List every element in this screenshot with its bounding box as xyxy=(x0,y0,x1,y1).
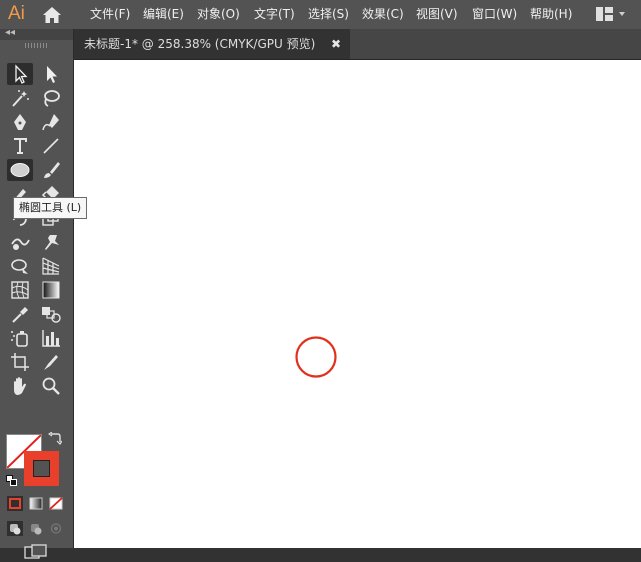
artboard-tool-icon[interactable] xyxy=(7,351,33,373)
app-logo: Ai xyxy=(8,3,25,24)
panel-grip[interactable] xyxy=(25,43,47,48)
home-icon[interactable] xyxy=(42,6,62,24)
menu-select[interactable]: 选择(S) xyxy=(308,0,349,29)
pen-tool-icon[interactable] xyxy=(7,111,33,133)
default-fill-stroke-icon[interactable] xyxy=(6,475,17,486)
symbol-sprayer-tool-icon[interactable] xyxy=(7,327,33,349)
color-mode-icon[interactable] xyxy=(7,496,23,511)
curvature-tool-icon[interactable] xyxy=(38,111,64,133)
menu-bar: Ai 文件(F) 编辑(E) 对象(O) 文字(T) 选择(S) 效果(C) 视… xyxy=(0,0,641,29)
mesh-tool-icon[interactable] xyxy=(7,279,33,301)
draw-inside-icon[interactable] xyxy=(48,521,64,536)
lasso-tool-icon[interactable] xyxy=(38,87,64,109)
eyedropper-tool-icon[interactable] xyxy=(7,303,33,325)
document-tab-title[interactable]: 未标题-1* @ 258.38% (CMYK/GPU 预览) xyxy=(84,29,315,60)
tools-panel: ◂◂ xyxy=(0,27,74,559)
menu-help[interactable]: 帮助(H) xyxy=(530,0,572,29)
gradient-tool-icon[interactable] xyxy=(38,279,64,301)
menu-type[interactable]: 文字(T) xyxy=(254,0,295,29)
close-icon[interactable]: ✖ xyxy=(331,29,341,60)
warp-tool-icon[interactable] xyxy=(7,231,33,253)
menu-effect[interactable]: 效果(C) xyxy=(362,0,404,29)
artboard-canvas[interactable] xyxy=(74,60,641,548)
swap-fill-stroke-icon[interactable] xyxy=(48,432,62,445)
menu-file[interactable]: 文件(F) xyxy=(90,0,130,29)
puppet-warp-tool-icon[interactable] xyxy=(38,231,64,253)
gradient-mode-icon[interactable] xyxy=(28,496,44,511)
draw-behind-icon[interactable] xyxy=(28,521,44,536)
tab-strip xyxy=(350,29,641,60)
perspective-grid-tool-icon[interactable] xyxy=(38,255,64,277)
chevron-down-icon[interactable] xyxy=(619,12,625,16)
ellipse-shape[interactable] xyxy=(295,336,337,378)
draw-normal-icon[interactable] xyxy=(7,521,23,536)
type-tool-icon[interactable] xyxy=(7,135,33,157)
slice-tool-icon[interactable] xyxy=(38,351,64,373)
menu-view[interactable]: 视图(V) xyxy=(416,0,458,29)
magic-wand-tool-icon[interactable] xyxy=(7,87,33,109)
menu-object[interactable]: 对象(O) xyxy=(197,0,240,29)
zoom-tool-icon[interactable] xyxy=(38,375,64,397)
tools-panel-header[interactable]: ◂◂ xyxy=(0,27,73,40)
line-segment-tool-icon[interactable] xyxy=(38,135,64,157)
paintbrush-tool-icon[interactable] xyxy=(38,159,64,181)
collapse-panel-icon[interactable]: ◂◂ xyxy=(5,27,15,38)
column-graph-tool-icon[interactable] xyxy=(38,327,64,349)
stroke-swatch[interactable] xyxy=(24,451,59,486)
stroke-swatch-hole xyxy=(33,460,50,477)
document-tab[interactable]: 未标题-1* @ 258.38% (CMYK/GPU 预览) ✖ xyxy=(75,29,350,60)
ellipse-tool-icon[interactable] xyxy=(7,159,33,181)
blend-tool-icon[interactable] xyxy=(38,303,64,325)
menu-window[interactable]: 窗口(W) xyxy=(472,0,517,29)
selection-tool-icon[interactable] xyxy=(7,63,33,85)
direct-selection-tool-icon[interactable] xyxy=(38,63,64,85)
workspace-switcher-icon[interactable] xyxy=(596,7,613,21)
shape-builder-tool-icon[interactable] xyxy=(7,255,33,277)
screen-mode-icon[interactable] xyxy=(24,544,48,562)
tool-tooltip: 椭圆工具 (L) xyxy=(13,197,88,219)
menu-edit[interactable]: 编辑(E) xyxy=(143,0,184,29)
none-mode-icon[interactable] xyxy=(48,496,64,511)
hand-tool-icon[interactable] xyxy=(7,375,33,397)
